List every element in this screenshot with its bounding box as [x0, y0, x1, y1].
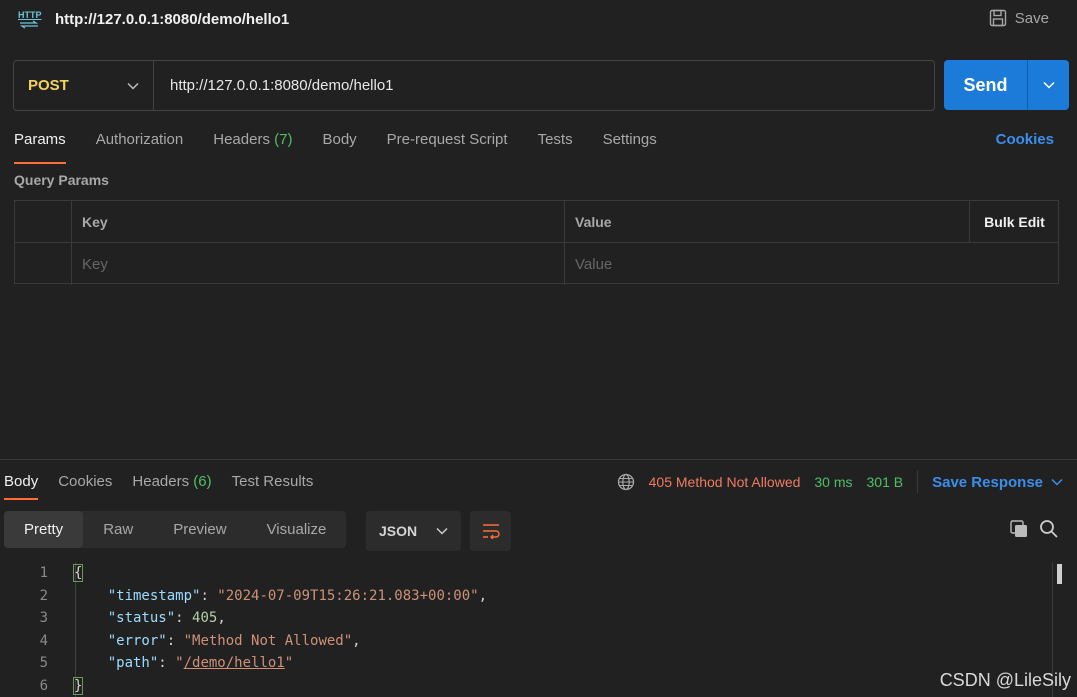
method-select[interactable]: POST — [14, 61, 154, 110]
json-value: "Method Not Allowed" — [183, 632, 353, 649]
line-number: 6 — [39, 677, 48, 694]
tab-prerequest-script[interactable]: Pre-request Script — [387, 128, 508, 162]
method-label: POST — [28, 77, 69, 94]
http-request-icon: HTTP — [18, 10, 42, 30]
table-row: Key Value — [15, 243, 1058, 285]
response-meta: 405 Method Not Allowed 30 ms 301 B Save … — [617, 471, 1063, 493]
chevron-down-icon — [1051, 478, 1063, 486]
save-label: Save — [1014, 9, 1049, 27]
code-line: } — [72, 675, 487, 697]
view-mode-selector: Pretty Raw Preview Visualize — [4, 511, 347, 548]
tab-authorization[interactable]: Authorization — [96, 128, 184, 162]
line-number: 2 — [39, 587, 48, 604]
key-column-header: Key — [72, 201, 565, 242]
json-key: "timestamp" — [107, 587, 201, 604]
json-key: "status" — [107, 610, 176, 626]
code-line: "status": 405, — [107, 610, 226, 626]
line-number: 4 — [39, 632, 48, 649]
line-number-gutter: 1 2 3 4 5 6 — [0, 562, 60, 697]
key-input[interactable]: Key — [72, 243, 565, 285]
save-button[interactable]: Save — [989, 9, 1049, 27]
tab-tests[interactable]: Tests — [538, 128, 573, 162]
row-checkbox-cell — [15, 243, 72, 285]
chevron-down-icon — [127, 82, 139, 90]
json-path-link[interactable]: /demo/hello1 — [184, 655, 285, 671]
view-preview[interactable]: Preview — [153, 511, 246, 548]
request-tabs: Params Authorization Headers (7) Body Pr… — [14, 128, 657, 164]
json-value: 405 — [192, 610, 218, 626]
wrap-lines-button[interactable] — [470, 511, 511, 551]
watermark: CSDN @LileSily — [939, 670, 1071, 690]
tab-body[interactable]: Body — [322, 128, 356, 162]
response-tab-test-results[interactable]: Test Results — [232, 470, 314, 498]
save-response-label: Save Response — [932, 473, 1043, 491]
cookies-link[interactable]: Cookies — [996, 131, 1054, 148]
value-input[interactable]: Value — [565, 243, 1059, 285]
json-quote: " — [175, 655, 184, 671]
line-number: 1 — [39, 565, 48, 581]
code-line: "error": "Method Not Allowed", — [107, 632, 361, 649]
response-status[interactable]: 405 Method Not Allowed — [649, 474, 801, 490]
json-open-brace: { — [72, 564, 84, 582]
json-quote: " — [284, 655, 294, 671]
send-button-group: Send — [944, 60, 1069, 110]
response-tab-cookies[interactable]: Cookies — [58, 470, 112, 498]
save-icon — [989, 9, 1006, 27]
tab-settings[interactable]: Settings — [603, 128, 657, 162]
chevron-down-icon — [1042, 81, 1055, 89]
json-key: "path" — [107, 655, 159, 671]
line-number: 3 — [39, 610, 48, 626]
top-bar: HTTP http://127.0.0.1:8080/demo/hello1 S… — [0, 0, 1077, 40]
copy-icon[interactable] — [1009, 519, 1029, 539]
query-params-table: Key Value Bulk Edit Key Value — [14, 200, 1059, 285]
response-tab-headers-label: Headers — [132, 473, 190, 490]
url-bar: POST — [13, 60, 935, 111]
tab-params[interactable]: Params — [14, 128, 66, 164]
chevron-down-icon — [436, 527, 448, 535]
checkbox-column-header — [15, 201, 72, 242]
response-size[interactable]: 301 B — [867, 474, 904, 490]
send-options-button[interactable] — [1028, 60, 1069, 110]
globe-icon[interactable] — [617, 473, 635, 491]
line-number: 5 — [39, 655, 48, 671]
query-params-title: Query Params — [14, 172, 109, 188]
json-close-brace: } — [72, 676, 84, 695]
code-line: "path": "/demo/hello1" — [107, 655, 294, 671]
response-tab-body[interactable]: Body — [4, 470, 39, 500]
response-tab-headers[interactable]: Headers (6) — [132, 470, 211, 498]
wrap-lines-icon — [482, 524, 500, 539]
meta-separator — [917, 471, 919, 493]
code-line: "timestamp": "2024-07-09T15:26:21.083+00… — [107, 587, 488, 604]
view-pretty[interactable]: Pretty — [4, 511, 84, 548]
format-label: JSON — [379, 523, 418, 539]
table-header-row: Key Value Bulk Edit — [15, 201, 1058, 243]
response-headers-count: (6) — [193, 473, 212, 490]
pane-divider[interactable] — [0, 459, 1077, 460]
json-key: "error" — [107, 632, 167, 649]
request-title[interactable]: http://127.0.0.1:8080/demo/hello1 — [55, 11, 289, 28]
url-input[interactable] — [154, 61, 934, 110]
view-visualize[interactable]: Visualize — [247, 511, 347, 548]
bulk-edit-button[interactable]: Bulk Edit — [969, 201, 1059, 242]
headers-count: (7) — [274, 131, 293, 148]
json-value: "2024-07-09T15:26:21.083+00:00" — [217, 587, 479, 604]
view-raw[interactable]: Raw — [83, 511, 153, 548]
response-body-viewer[interactable]: 1 2 3 4 5 6 { "timestamp": "2024-07-09T1… — [0, 562, 1077, 697]
search-icon[interactable] — [1039, 519, 1059, 539]
code-lines: { "timestamp": "2024-07-09T15:26:21.083+… — [72, 562, 488, 697]
value-column-header: Value — [575, 213, 612, 230]
response-time[interactable]: 30 ms — [814, 474, 852, 490]
response-tabs: Body Cookies Headers (6) Test Results — [4, 470, 314, 500]
scrollbar-thumb[interactable] — [1057, 564, 1062, 584]
tab-headers[interactable]: Headers (7) — [213, 128, 292, 162]
save-response-button[interactable]: Save Response — [932, 474, 1063, 491]
code-line: { — [72, 562, 487, 585]
tab-headers-label: Headers — [213, 131, 270, 148]
send-button[interactable]: Send — [944, 60, 1028, 110]
format-select[interactable]: JSON — [366, 511, 461, 551]
